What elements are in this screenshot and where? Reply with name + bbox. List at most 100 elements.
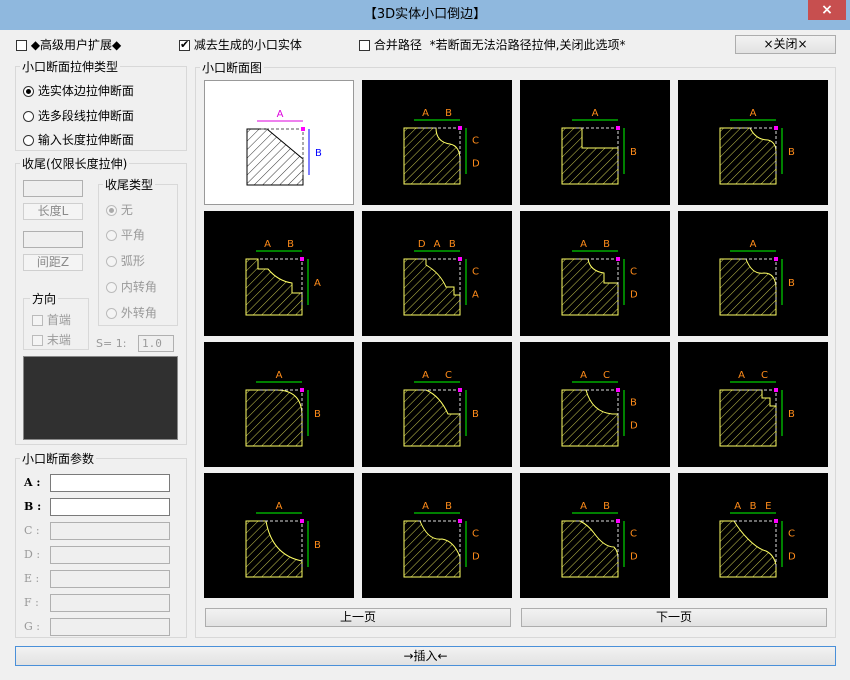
ending-radio-arc[interactable] (106, 256, 117, 267)
length-field[interactable] (23, 180, 83, 197)
profile-diagram: A B C D (403, 501, 480, 578)
param-input[interactable] (50, 522, 170, 540)
profile-cell[interactable]: A B A (204, 211, 354, 336)
ending-radio-inner[interactable] (106, 282, 117, 293)
profile-diagram: A B A (245, 239, 321, 316)
extrude-type-title: 小口断面拉伸类型 (20, 58, 121, 75)
profile-cell[interactable]: AB (520, 80, 670, 205)
merge-path-option[interactable]: 合并路径 *若断面无法沿路径拉伸,关闭此选项* (359, 36, 626, 53)
profile-diagram: AB (719, 239, 795, 316)
dimension-label: C (630, 529, 637, 540)
profile-cell[interactable]: A B C D (520, 211, 670, 336)
profile-diagram: AB (245, 370, 321, 447)
ending-type-flat[interactable]: 平角 (106, 226, 145, 243)
extrude-radio-edge[interactable] (23, 86, 34, 97)
profile-cell[interactable]: A C B (362, 342, 512, 467)
dimension-label: D (630, 421, 638, 432)
length-button[interactable]: 长度L (23, 203, 83, 220)
ending-label-inner: 内转角 (120, 280, 157, 294)
dimension-label: D (630, 552, 638, 563)
dimension-label: D (472, 159, 480, 170)
spacing-button[interactable]: 间距Z (23, 254, 83, 271)
dimension-label: A (750, 108, 757, 119)
close-button[interactable]: ×关闭× (735, 35, 836, 54)
dimension-label: B (788, 278, 795, 289)
merge-path-label: 合并路径 (373, 38, 422, 52)
profile-diagram: A B E C D (719, 501, 796, 578)
advanced-checkbox[interactable] (16, 40, 27, 51)
profile-cell[interactable]: A B C D (520, 473, 670, 598)
extrude-radio-polyline[interactable] (23, 111, 34, 122)
dimension-label: B (315, 148, 322, 159)
extrude-option-edge[interactable]: 选实体边拉伸断面 (23, 82, 134, 99)
ending-label-arc: 弧形 (120, 254, 145, 268)
ending-radio-none[interactable] (106, 205, 117, 216)
dimension-label: C (603, 370, 610, 381)
profile-cell[interactable]: AB (678, 211, 828, 336)
profile-cell[interactable]: AB (678, 80, 828, 205)
param-label: D : (24, 548, 41, 561)
param-input[interactable] (50, 498, 170, 516)
dimension-label: B (445, 501, 452, 512)
dimension-label: B (750, 501, 757, 512)
profile-cell[interactable]: A C B (678, 342, 828, 467)
direction-start-label: 首端 (46, 313, 71, 327)
dimension-label: D (418, 239, 426, 250)
dimension-label: C (472, 529, 479, 540)
subtract-option[interactable]: 减去生成的小口实体 (179, 36, 302, 53)
spacing-field[interactable] (23, 231, 83, 248)
profile-cell[interactable]: AB (204, 342, 354, 467)
extrude-option-length[interactable]: 输入长度拉伸断面 (23, 131, 134, 148)
dimension-label: A (580, 239, 587, 250)
ending-title: 收尾(仅限长度拉伸) (20, 155, 130, 172)
param-input[interactable] (50, 546, 170, 564)
profile-diagram: D A BCA (403, 239, 479, 316)
ending-type-inner[interactable]: 内转角 (106, 278, 157, 295)
profile-cell[interactable]: DABCA (362, 211, 512, 336)
dimension-label: A (277, 109, 284, 120)
subtract-checkbox[interactable] (179, 38, 190, 52)
gallery-title: 小口断面图 (200, 59, 265, 76)
direction-end-option[interactable]: 末端 (32, 331, 71, 348)
dimension-label: D (472, 552, 480, 563)
profile-cell[interactable]: A B C D (362, 473, 512, 598)
param-input[interactable] (50, 570, 170, 588)
ending-type-none[interactable]: 无 (106, 201, 133, 218)
ending-radio-outer[interactable] (106, 308, 117, 319)
profile-diagram: AB (561, 108, 637, 185)
direction-start-checkbox[interactable] (32, 315, 43, 326)
window-close-button[interactable]: × (808, 0, 846, 20)
insert-button[interactable]: →插入← (15, 646, 836, 666)
dimension-label: A (276, 370, 283, 381)
ending-type-arc[interactable]: 弧形 (106, 252, 145, 269)
direction-start-option[interactable]: 首端 (32, 311, 71, 328)
dimension-label: B (445, 108, 452, 119)
profile-cell[interactable]: ABE C D (678, 473, 828, 598)
profile-cell[interactable]: AB (204, 473, 354, 598)
param-input[interactable] (50, 618, 170, 636)
dimension-label: B (314, 409, 321, 420)
scale-label: S= 1: (96, 337, 127, 350)
param-label: G : (24, 620, 40, 633)
param-input[interactable] (50, 474, 170, 492)
dimension-label: A (276, 501, 283, 512)
profile-cell[interactable]: A B C D (362, 80, 512, 205)
next-page-button[interactable]: 下一页 (521, 608, 827, 627)
ending-label-none: 无 (120, 203, 133, 217)
scale-input[interactable]: 1.0 (138, 335, 174, 352)
extrude-radio-length[interactable] (23, 135, 34, 146)
ending-type-outer[interactable]: 外转角 (106, 304, 157, 321)
prev-page-button[interactable]: 上一页 (205, 608, 511, 627)
dimension-label: A (750, 239, 757, 250)
param-input[interactable] (50, 594, 170, 612)
advanced-option[interactable]: ◆高级用户扩展◆ (16, 36, 121, 53)
profile-diagram: A B C D (561, 239, 638, 316)
profile-cell[interactable]: A C B D (520, 342, 670, 467)
profile-cell[interactable]: AB (204, 80, 354, 205)
ending-label-outer: 外转角 (120, 306, 157, 320)
ending-radio-flat[interactable] (106, 230, 117, 241)
direction-end-checkbox[interactable] (32, 335, 43, 346)
dimension-label: A (734, 501, 741, 512)
extrude-option-polyline[interactable]: 选多段线拉伸断面 (23, 107, 134, 124)
merge-path-checkbox[interactable] (359, 40, 370, 51)
